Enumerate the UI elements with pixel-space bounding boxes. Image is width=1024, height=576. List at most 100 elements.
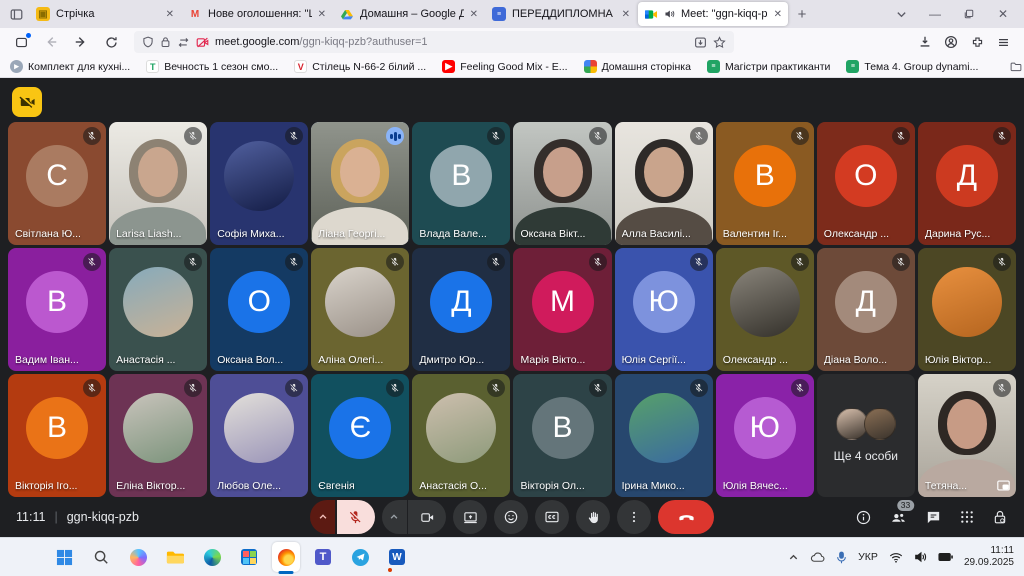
downloads-icon[interactable] xyxy=(912,30,938,54)
lock-icon[interactable] xyxy=(160,36,171,48)
taskbar-teams-icon[interactable]: T xyxy=(309,542,337,572)
camera-button[interactable] xyxy=(408,500,446,534)
bookmark-item[interactable]: ≡Тема 4. Group dynami... xyxy=(846,60,978,73)
browser-tab[interactable]: ▣Стрічка✕ xyxy=(30,2,180,26)
taskbar-clock[interactable]: 11:11 29.09.2025 xyxy=(964,545,1014,570)
tab-close-icon[interactable]: ✕ xyxy=(774,9,782,20)
participant-tile[interactable]: Юлія Віктор... xyxy=(918,248,1016,371)
participant-tile[interactable]: ССвітлана Ю... xyxy=(8,122,106,245)
wifi-icon[interactable] xyxy=(889,552,903,563)
host-controls-icon[interactable] xyxy=(992,509,1008,526)
participant-tile[interactable]: Софія Миха... xyxy=(210,122,308,245)
participant-tile[interactable]: ЄЄвгенія xyxy=(311,374,409,497)
taskbar-copilot-icon[interactable] xyxy=(124,542,152,572)
participant-tile[interactable]: ООлександр ... xyxy=(817,122,915,245)
picture-in-picture-icon[interactable] xyxy=(997,480,1010,491)
participant-tile[interactable]: ВВікторія Ол... xyxy=(513,374,611,497)
battery-icon[interactable] xyxy=(938,552,953,562)
taskbar-edge-icon[interactable] xyxy=(198,542,226,572)
people-panel-icon[interactable]: 33 xyxy=(889,509,908,526)
camera-blocked-toast-icon[interactable] xyxy=(12,87,42,117)
activities-icon[interactable] xyxy=(959,509,975,525)
minimize-button[interactable]: — xyxy=(918,1,952,27)
participant-tile[interactable]: ВВалентин Іг... xyxy=(716,122,814,245)
forward-button[interactable] xyxy=(68,30,94,54)
bookmark-item[interactable]: ▸Комплект для кухні... xyxy=(10,60,130,73)
onedrive-icon[interactable] xyxy=(810,552,825,563)
taskbar-explorer-icon[interactable] xyxy=(161,542,189,572)
list-all-tabs-icon[interactable] xyxy=(884,1,918,27)
participant-tile[interactable]: ООксана Вол... xyxy=(210,248,308,371)
account-profile-icon[interactable] xyxy=(938,30,964,54)
bookmark-item[interactable]: ▶Feeling Good Mix - E... xyxy=(442,60,567,73)
mic-muted-button[interactable] xyxy=(337,500,375,534)
firefox-view-icon[interactable] xyxy=(4,3,28,25)
extensions-icon[interactable] xyxy=(964,30,990,54)
language-indicator[interactable]: УКР xyxy=(858,551,878,563)
other-bookmarks-folder[interactable]: Інші закладки xyxy=(1010,61,1024,73)
participant-tile[interactable]: ДДіана Воло... xyxy=(817,248,915,371)
end-call-button[interactable] xyxy=(658,500,714,534)
participant-tile[interactable]: Анастасія О... xyxy=(412,374,510,497)
camera-options-chevron[interactable] xyxy=(382,500,407,534)
participant-tile[interactable]: Ліана Георгі... xyxy=(311,122,409,245)
participant-tile[interactable]: Алла Василі... xyxy=(615,122,713,245)
camera-blocked-icon[interactable] xyxy=(196,37,209,48)
tab-close-icon[interactable]: ✕ xyxy=(166,9,174,20)
bookmark-item[interactable]: Домашня сторінка xyxy=(584,60,691,73)
bookmark-item[interactable]: TВечность 1 сезон смо... xyxy=(146,60,278,73)
captions-button[interactable] xyxy=(535,500,569,534)
tab-close-icon[interactable]: ✕ xyxy=(318,9,326,20)
present-screen-button[interactable] xyxy=(453,500,487,534)
participant-tile[interactable]: ДДмитро Юр... xyxy=(412,248,510,371)
participant-tile[interactable]: Оксана Вікт... xyxy=(513,122,611,245)
taskbar-firefox-icon[interactable] xyxy=(272,542,300,572)
participant-tile[interactable]: Ірина Мико... xyxy=(615,374,713,497)
browser-tab[interactable]: Meet: "ggn-kiqq-pzb"✕ xyxy=(638,2,788,26)
close-window-button[interactable]: ✕ xyxy=(986,1,1020,27)
tab-close-icon[interactable]: ✕ xyxy=(470,9,478,20)
address-bar[interactable]: meet.google.com/ggn-kiqq-pzb?authuser=1 xyxy=(134,31,734,53)
back-button[interactable] xyxy=(38,30,64,54)
taskbar-store-icon[interactable] xyxy=(235,542,263,572)
volume-icon[interactable] xyxy=(914,551,927,563)
tab-close-icon[interactable]: ✕ xyxy=(622,9,630,20)
participant-tile[interactable]: ДДарина Рус... xyxy=(918,122,1016,245)
participant-tile[interactable]: Олександр ... xyxy=(716,248,814,371)
participant-tile[interactable]: ВВлада Вале... xyxy=(412,122,510,245)
browser-tab[interactable]: Домашня – Google Диск✕ xyxy=(334,2,484,26)
participant-tile[interactable]: Тетяна... xyxy=(918,374,1016,497)
tracking-shield-icon[interactable] xyxy=(142,36,154,48)
participant-tile[interactable]: ЮЮлія Вячес... xyxy=(716,374,814,497)
taskbar-search-icon[interactable] xyxy=(87,542,115,572)
participant-tile[interactable]: ВВікторія Іго... xyxy=(8,374,106,497)
mic-options-chevron[interactable] xyxy=(310,500,335,534)
more-people-tile[interactable]: Ще 4 особи xyxy=(817,374,915,497)
chat-panel-icon[interactable] xyxy=(925,509,942,526)
participant-tile[interactable]: Larisa Liash... xyxy=(109,122,207,245)
browser-tab[interactable]: ≡ПЕРЕДДИПЛОМНА ПРАКТИКА✕ xyxy=(486,2,636,26)
participant-tile[interactable]: ЮЮлія Сергії... xyxy=(615,248,713,371)
bookmark-star-icon[interactable] xyxy=(713,36,726,49)
participant-tile[interactable]: Любов Оле... xyxy=(210,374,308,497)
tab-audio-icon[interactable] xyxy=(664,9,675,19)
tray-chevron-icon[interactable] xyxy=(788,552,799,563)
recent-activity-icon[interactable] xyxy=(8,30,34,54)
meeting-details-icon[interactable] xyxy=(855,509,872,526)
bookmark-item[interactable]: ≡Магістри практиканти xyxy=(707,60,830,73)
mic-in-use-icon[interactable] xyxy=(836,551,847,564)
save-page-icon[interactable] xyxy=(694,36,707,49)
permissions-icon[interactable] xyxy=(177,37,190,48)
reload-button[interactable] xyxy=(98,30,124,54)
reactions-button[interactable] xyxy=(494,500,528,534)
browser-tab[interactable]: MНове оголошення: "Шановні з✕ xyxy=(182,2,332,26)
participant-tile[interactable]: Анастасія ... xyxy=(109,248,207,371)
taskbar-word-icon[interactable]: W xyxy=(383,542,411,572)
maximize-button[interactable] xyxy=(952,1,986,27)
bookmark-item[interactable]: VСтілець N-66-2 білий ... xyxy=(294,60,426,73)
taskbar-start-icon[interactable] xyxy=(50,542,78,572)
participant-tile[interactable]: Еліна Віктор... xyxy=(109,374,207,497)
raise-hand-button[interactable] xyxy=(576,500,610,534)
participant-tile[interactable]: ВВадим Іван... xyxy=(8,248,106,371)
taskbar-telegram-icon[interactable] xyxy=(346,542,374,572)
